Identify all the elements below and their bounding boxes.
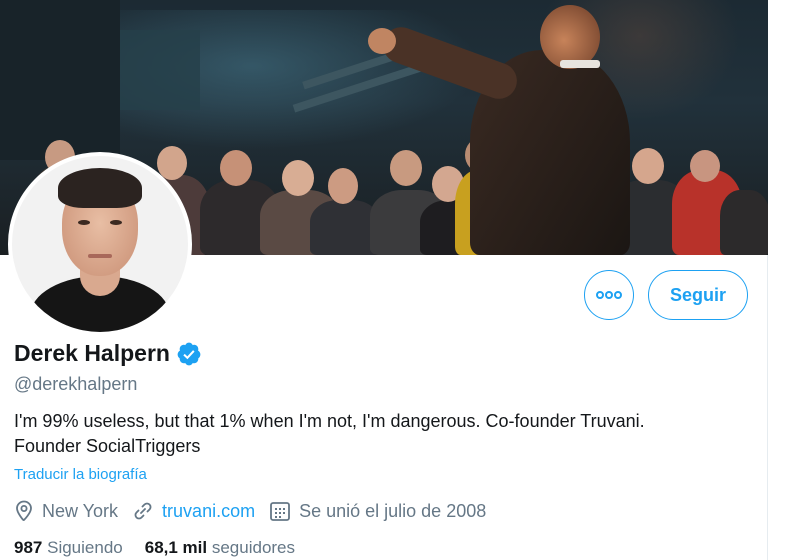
followers-label: seguidores — [211, 538, 296, 557]
more-dots-icon — [596, 291, 622, 299]
more-options-button[interactable] — [584, 270, 634, 320]
location-pin-icon — [16, 500, 32, 522]
following-label: Siguiendo — [47, 538, 123, 557]
profile-stats: 987 Siguiendo 68,1 mil seguidores — [14, 538, 317, 558]
profile-name: Derek Halpern — [14, 340, 170, 366]
location-text: New York — [42, 500, 119, 521]
following-stat[interactable]: 987 Siguiendo — [14, 538, 123, 558]
website-link[interactable]: truvani.com — [162, 501, 255, 522]
avatar-photo — [12, 156, 188, 332]
calendar-icon — [270, 502, 290, 521]
translate-bio-link[interactable]: Traducir la biografía — [14, 466, 147, 483]
following-count: 987 — [14, 538, 43, 557]
profile-frame: Seguir Derek Halpern @derekhalpern I'm 9… — [0, 0, 768, 560]
follow-button[interactable]: Seguir — [648, 270, 748, 320]
joined-item: Se unió el julio de 2008 — [269, 500, 486, 522]
profile-avatar[interactable] — [8, 152, 192, 336]
profile-bio: I'm 99% useless, but that 1% when I'm no… — [14, 411, 645, 456]
location-item: New York — [14, 500, 118, 522]
followers-count: 68,1 mil — [144, 538, 208, 557]
profile-meta: New York truvani.com Se unió el julio de… — [14, 500, 500, 522]
followers-stat[interactable]: 68,1 mil seguidores — [145, 538, 295, 558]
profile-handle: @derekhalpern — [14, 374, 138, 394]
joined-text: Se unió el julio de 2008 — [299, 500, 487, 521]
verified-badge-icon — [177, 342, 201, 365]
link-icon — [134, 502, 152, 520]
profile-name-row: Derek Halpern — [14, 340, 202, 367]
website-item: truvani.com — [132, 500, 255, 522]
